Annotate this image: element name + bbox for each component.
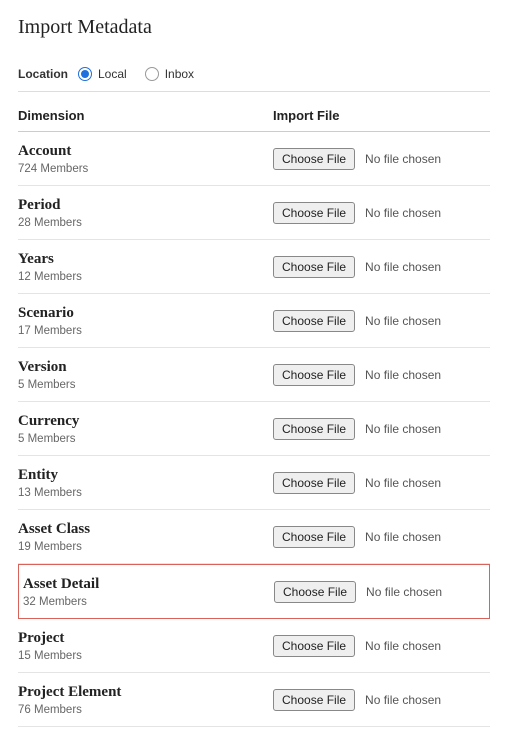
dimension-members: 5 Members [18, 379, 273, 391]
dimension-name: Asset Detail [23, 575, 274, 593]
file-status: No file chosen [365, 206, 441, 220]
dimension-name: Project Element [18, 683, 273, 701]
dimension-name: Version [18, 358, 273, 376]
dimension-name: Currency [18, 412, 273, 430]
choose-file-button[interactable]: Choose File [273, 689, 355, 711]
choose-file-button[interactable]: Choose File [273, 202, 355, 224]
column-dimension: Dimension [18, 108, 273, 123]
dimension-cell: Project 15 Members [18, 629, 273, 662]
table-header: Dimension Import File [18, 100, 490, 132]
dimension-cell: Project Element 76 Members [18, 683, 273, 716]
file-status: No file chosen [365, 639, 441, 653]
choose-file-button[interactable]: Choose File [273, 526, 355, 548]
dimension-members: 5 Members [18, 433, 273, 445]
dimension-members: 15 Members [18, 650, 273, 662]
dimension-members: 12 Members [18, 271, 273, 283]
import-file-cell: Choose File No file chosen [273, 310, 490, 332]
location-row: Location Local Inbox [18, 67, 490, 92]
file-status: No file chosen [365, 260, 441, 274]
location-label: Location [18, 67, 68, 81]
location-radio-inbox[interactable]: Inbox [145, 67, 194, 81]
radio-label: Inbox [165, 67, 194, 81]
choose-file-button[interactable]: Choose File [273, 635, 355, 657]
choose-file-button[interactable]: Choose File [273, 148, 355, 170]
dimension-name: Years [18, 250, 273, 268]
dimension-members: 19 Members [18, 541, 273, 553]
dimensions-table: Dimension Import File Account 724 Members… [18, 100, 490, 727]
radio-icon [145, 67, 159, 81]
import-file-cell: Choose File No file chosen [273, 472, 490, 494]
location-radio-group: Local Inbox [78, 67, 194, 81]
radio-icon [78, 67, 92, 81]
dimension-members: 724 Members [18, 163, 273, 175]
table-row: Scenario 17 MembersChoose File No file cho… [18, 294, 490, 348]
dimension-cell: Asset Class 19 Members [18, 520, 273, 553]
import-file-cell: Choose File No file chosen [273, 526, 490, 548]
choose-file-button[interactable]: Choose File [273, 310, 355, 332]
file-status: No file chosen [366, 585, 442, 599]
choose-file-button[interactable]: Choose File [273, 472, 355, 494]
table-row: Period 28 MembersChoose File No file chose… [18, 186, 490, 240]
choose-file-button[interactable]: Choose File [274, 581, 356, 603]
table-row: Project Element 76 MembersChoose File No f… [18, 673, 490, 727]
import-file-cell: Choose File No file chosen [273, 635, 490, 657]
file-status: No file chosen [365, 476, 441, 490]
table-row: Version 5 MembersChoose File No file chose… [18, 348, 490, 402]
location-radio-local[interactable]: Local [78, 67, 127, 81]
choose-file-button[interactable]: Choose File [273, 256, 355, 278]
dimension-name: Scenario [18, 304, 273, 322]
import-file-cell: Choose File No file chosen [273, 364, 490, 386]
page-title: Import Metadata [18, 16, 490, 39]
table-row: Asset Detail 32 MembersChoose File No file… [18, 564, 490, 619]
dimension-members: 32 Members [23, 596, 274, 608]
import-file-cell: Choose File No file chosen [274, 581, 485, 603]
table-row: Account 724 MembersChoose File No file cho… [18, 132, 490, 186]
import-file-cell: Choose File No file chosen [273, 418, 490, 440]
file-status: No file chosen [365, 693, 441, 707]
file-status: No file chosen [365, 314, 441, 328]
dimension-name: Period [18, 196, 273, 214]
file-status: No file chosen [365, 152, 441, 166]
column-import-file: Import File [273, 108, 490, 123]
import-file-cell: Choose File No file chosen [273, 689, 490, 711]
table-row: Years 12 MembersChoose File No file chosen [18, 240, 490, 294]
dimension-members: 17 Members [18, 325, 273, 337]
import-file-cell: Choose File No file chosen [273, 202, 490, 224]
dimension-name: Project [18, 629, 273, 647]
choose-file-button[interactable]: Choose File [273, 364, 355, 386]
dimension-members: 28 Members [18, 217, 273, 229]
table-row: Entity 13 MembersChoose File No file chose… [18, 456, 490, 510]
file-status: No file chosen [365, 422, 441, 436]
dimension-name: Entity [18, 466, 273, 484]
file-status: No file chosen [365, 530, 441, 544]
choose-file-button[interactable]: Choose File [273, 418, 355, 440]
dimension-cell: Entity 13 Members [18, 466, 273, 499]
table-row: Project 15 MembersChoose File No file chos… [18, 619, 490, 673]
dimension-cell: Scenario 17 Members [18, 304, 273, 337]
dimension-members: 13 Members [18, 487, 273, 499]
dimension-name: Account [18, 142, 273, 160]
radio-label: Local [98, 67, 127, 81]
dimension-cell: Version 5 Members [18, 358, 273, 391]
dimension-name: Asset Class [18, 520, 273, 538]
table-body: Account724 MembersChoose FileNo file cho… [18, 132, 490, 727]
dimension-members: 76 Members [18, 704, 273, 716]
table-row: Currency 5 MembersChoose File No file chos… [18, 402, 490, 456]
dimension-cell: Currency 5 Members [18, 412, 273, 445]
file-status: No file chosen [365, 368, 441, 382]
dimension-cell: Account 724 Members [18, 142, 273, 175]
dimension-cell: Asset Detail 32 Members [23, 575, 274, 608]
dimension-cell: Period 28 Members [18, 196, 273, 229]
table-row: Asset Class 19 MembersChoose File No file … [18, 510, 490, 564]
import-file-cell: Choose File No file chosen [273, 148, 490, 170]
dimension-cell: Years 12 Members [18, 250, 273, 283]
import-file-cell: Choose File No file chosen [273, 256, 490, 278]
